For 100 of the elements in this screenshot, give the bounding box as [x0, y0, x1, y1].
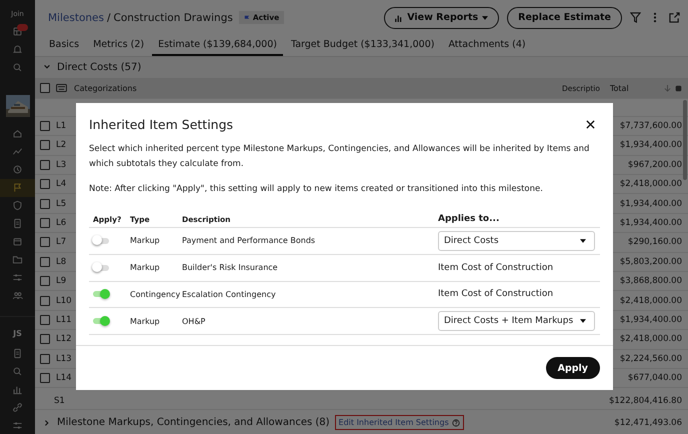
checkbox[interactable]: [40, 160, 50, 170]
column-header[interactable]: Categorizations: [74, 84, 562, 93]
checkbox[interactable]: [40, 314, 50, 325]
checkbox[interactable]: [40, 373, 50, 384]
view-reports-button[interactable]: View Reports: [384, 6, 500, 29]
checkbox[interactable]: [40, 237, 50, 248]
sliders-icon[interactable]: [12, 272, 23, 283]
edit-settings-link[interactable]: Edit Inherited Item Settings: [336, 416, 463, 430]
column-header[interactable]: Total: [610, 84, 660, 93]
search-icon[interactable]: [12, 62, 23, 74]
checkbox[interactable]: [40, 179, 50, 190]
more-icon[interactable]: [653, 12, 657, 24]
shield-icon[interactable]: [12, 200, 23, 212]
total-cell-text: $1,934,400.00: [618, 140, 683, 150]
total-cell-text: $1,934,400.00: [618, 198, 683, 209]
replace-estimate-button[interactable]: Replace Estimate: [507, 6, 622, 29]
flag-icon: [244, 14, 250, 21]
caret-icon: [482, 16, 488, 20]
total-cell-text: $12,471,493.06: [614, 418, 683, 428]
section-title: Direct Costs (57): [57, 62, 142, 73]
column-header: Applies to...: [438, 214, 500, 224]
toggle-switch[interactable]: [93, 318, 109, 324]
checkbox[interactable]: [40, 256, 50, 267]
flag-icon[interactable]: [12, 182, 23, 194]
people-icon[interactable]: [12, 290, 23, 301]
breadcrumb-separator: /: [106, 12, 110, 24]
keyboard-icon[interactable]: [56, 84, 67, 92]
type-cell-text: Markup: [130, 263, 161, 272]
sliders-icon[interactable]: [12, 420, 23, 431]
chevron-down-icon[interactable]: [43, 63, 51, 72]
type-cell-text: Markup: [130, 316, 161, 326]
checkbox[interactable]: [40, 276, 50, 286]
home-icon[interactable]: [12, 128, 23, 140]
description-text: Select which inherited percent type Milestone Markups, Contingencies, and Allowances will be inherited by Items and which subtotals they calculate from.: [89, 143, 590, 171]
share-icon[interactable]: [669, 12, 680, 24]
row-id: L6: [56, 218, 68, 228]
total-cell-text: $3,868,800.00: [618, 276, 683, 286]
filter-icon[interactable]: [630, 12, 641, 24]
row-id: L4: [56, 179, 68, 190]
row-id: L13: [56, 354, 73, 364]
total-cell-text: $2,224,560.00: [618, 354, 683, 364]
checkbox[interactable]: [40, 218, 50, 228]
checkbox[interactable]: [40, 140, 50, 150]
applies-to-text: Item Cost of Construction: [438, 262, 554, 273]
grid-icon[interactable]: [12, 26, 23, 38]
checkbox[interactable]: [40, 198, 50, 209]
row-id: L10: [56, 296, 73, 306]
total-cell-text: $2,418,000.00: [618, 179, 683, 190]
total-cell-text: $5,803,200.00: [618, 256, 683, 267]
toggle-switch[interactable]: [93, 264, 109, 271]
total-cell-text: $2,418,000.00: [618, 334, 683, 344]
dialog-title: Inherited Item Settings: [89, 117, 234, 132]
folder-icon[interactable]: [12, 254, 23, 265]
tab[interactable]: Basics: [43, 36, 86, 56]
checkbox[interactable]: [40, 334, 50, 344]
checkbox[interactable]: [40, 121, 50, 131]
clock-icon[interactable]: [12, 164, 23, 176]
applies-to-dropdown[interactable]: Direct Costs: [438, 230, 595, 251]
subtotal-cell-text: $122,804,416.80: [608, 396, 683, 406]
breadcrumb-link[interactable]: Milestones: [48, 12, 104, 24]
applies-to-dropdown[interactable]: Direct Costs + Item Markups: [438, 311, 595, 332]
trend-line-icon[interactable]: [12, 146, 23, 158]
chevron-right-icon[interactable]: [43, 418, 51, 427]
bar-chart-icon: [395, 14, 404, 22]
toggle-switch[interactable]: [93, 238, 109, 244]
total-cell-text: $290,160.00: [626, 237, 683, 248]
calendar-icon[interactable]: [12, 236, 23, 247]
document-icon[interactable]: [12, 218, 23, 230]
toggle-switch[interactable]: [93, 291, 109, 298]
tab[interactable]: Attachments (4): [442, 36, 532, 56]
row-id: L11: [56, 314, 73, 325]
section-title: Milestone Markups, Contingencies, and Allowances (8): [57, 417, 330, 428]
total-cell-text: $2,418,000.00: [618, 296, 683, 306]
type-cell-text: Contingency: [130, 290, 182, 299]
type-cell-text: Markup: [130, 236, 161, 246]
row-id: L7: [56, 237, 68, 248]
note-text: Note: After clicking "Apply", this setting will apply to new items created or transitioned into this milestone.: [89, 183, 544, 196]
scrollbar[interactable]: [683, 100, 687, 180]
document-icon[interactable]: [12, 348, 23, 359]
link-icon[interactable]: [12, 402, 23, 413]
checkbox[interactable]: [40, 354, 50, 364]
bell-icon[interactable]: [12, 44, 23, 56]
row-id: L3: [56, 160, 68, 170]
row-id: L8: [56, 256, 68, 267]
description-cell-text: Escalation Contingency: [182, 290, 277, 299]
caret-icon: [580, 238, 586, 243]
checkbox[interactable]: [40, 296, 50, 306]
checkbox[interactable]: [40, 83, 50, 94]
row-id: S1: [54, 396, 66, 406]
row-id: L2: [56, 140, 68, 150]
close-icon[interactable]: [586, 120, 595, 129]
search-icon[interactable]: [12, 366, 23, 377]
row-id: L1: [56, 121, 68, 131]
apply-button[interactable]: Apply: [546, 357, 600, 379]
row-id: L5: [56, 198, 68, 209]
tab[interactable]: Metrics (2): [87, 36, 150, 56]
user-avatar[interactable]: JS: [6, 325, 30, 342]
sort-icon[interactable]: [664, 84, 671, 92]
tab[interactable]: Target Budget ($133,341,000): [284, 36, 440, 56]
row-id: L14: [56, 373, 73, 384]
